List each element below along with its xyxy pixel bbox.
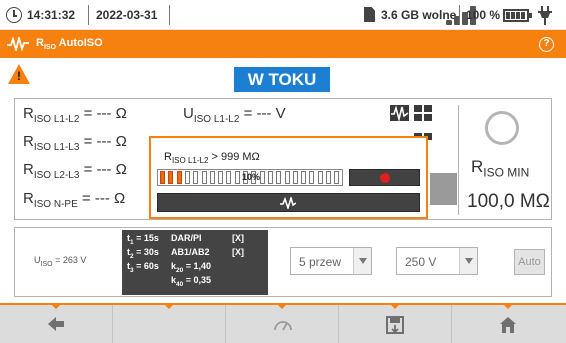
param-ab: AB1/AB2 bbox=[171, 247, 210, 257]
uiso-value: UISO = 263 V bbox=[34, 255, 87, 268]
parameters-box[interactable]: t1 = 15s t2 = 30s t3 = 60s DAR/PI [X] AB… bbox=[122, 230, 268, 295]
param-ab-flag: [X] bbox=[232, 247, 244, 257]
stop-button[interactable] bbox=[349, 169, 420, 186]
title-bar: RISO AutoISO ? bbox=[0, 30, 566, 58]
gauge-icon bbox=[274, 321, 292, 331]
insulation-wave-icon bbox=[7, 37, 29, 51]
status-divider bbox=[169, 5, 170, 25]
stop-icon bbox=[380, 173, 390, 183]
wires-select[interactable]: 5 przew bbox=[290, 247, 372, 275]
voltage-select-value: 250 V bbox=[405, 255, 437, 269]
settings-panel: UISO = 263 V t1 = 15s t2 = 30s t3 = 60s … bbox=[14, 227, 552, 297]
popup-reading: RISO L1-L2 > 999 MΩ bbox=[164, 151, 260, 166]
auto-button[interactable]: Auto bbox=[514, 249, 545, 275]
tab-indicator bbox=[430, 173, 457, 205]
param-t2: t2 = 30s bbox=[127, 247, 159, 260]
home-button[interactable] bbox=[452, 305, 565, 343]
progress-ring-icon bbox=[485, 111, 519, 145]
param-t3: t3 = 60s bbox=[127, 261, 159, 274]
save-button[interactable] bbox=[339, 305, 452, 343]
bottom-toolbar bbox=[0, 303, 566, 343]
waveform-icon[interactable] bbox=[390, 105, 409, 121]
status-badge: W TOKU bbox=[234, 67, 330, 92]
waveform-button[interactable] bbox=[157, 193, 420, 212]
wires-select-value: 5 przew bbox=[299, 255, 342, 269]
riso-min-label: RISO MIN bbox=[471, 157, 530, 180]
riso-l1-l2: RISO L1-L2 = --- Ω bbox=[23, 105, 127, 125]
clock-icon bbox=[6, 7, 22, 23]
back-icon bbox=[48, 317, 64, 331]
waveform-icon bbox=[280, 197, 296, 209]
save-icon bbox=[386, 316, 404, 334]
riso-n-pe: RISO N-PE = --- Ω bbox=[23, 190, 126, 210]
back-button[interactable] bbox=[0, 305, 113, 343]
chevron-down-icon bbox=[353, 248, 371, 274]
empty-button[interactable] bbox=[113, 305, 226, 343]
status-date: 2022-03-31 bbox=[96, 8, 158, 22]
status-divider bbox=[88, 5, 89, 25]
grid-view-icon[interactable] bbox=[414, 105, 432, 121]
status-divider bbox=[459, 5, 460, 25]
help-icon[interactable]: ? bbox=[539, 37, 554, 52]
status-time: 14:31:32 bbox=[27, 8, 76, 22]
power-plug-icon bbox=[538, 6, 552, 25]
home-icon bbox=[500, 317, 516, 333]
param-dar-pi-flag: [X] bbox=[232, 233, 244, 243]
uiso-l1-l2: UISO L1-L2 = --- V bbox=[183, 105, 286, 125]
riso-l1-l3: RISO L1-L3 = --- Ω bbox=[23, 133, 127, 153]
voltage-select[interactable]: 250 V bbox=[396, 247, 478, 275]
sd-card-icon bbox=[364, 7, 375, 22]
param-k20: k20 = 1,40 bbox=[171, 261, 212, 274]
battery-icon bbox=[503, 9, 532, 22]
riso-l2-l3: RISO L2-L3 = --- Ω bbox=[23, 161, 127, 181]
divider bbox=[458, 105, 459, 215]
riso-min-value: 100,0 MΩ bbox=[467, 191, 550, 212]
measurement-popup: RISO L1-L2 > 999 MΩ 10% bbox=[149, 136, 428, 219]
progress-label: 10% bbox=[241, 172, 260, 182]
progress-bar: 10% bbox=[157, 169, 343, 186]
param-t1: t1 = 15s bbox=[127, 233, 159, 246]
screen-title: RISO AutoISO bbox=[36, 37, 103, 52]
gauge-button[interactable] bbox=[226, 305, 339, 343]
chevron-down-icon bbox=[459, 248, 477, 274]
param-dar-pi: DAR/PI bbox=[171, 233, 202, 243]
param-k40: k40 = 0,35 bbox=[171, 275, 212, 288]
warning-icon: ! bbox=[8, 64, 30, 84]
battery-percent: 100 % bbox=[466, 8, 501, 22]
